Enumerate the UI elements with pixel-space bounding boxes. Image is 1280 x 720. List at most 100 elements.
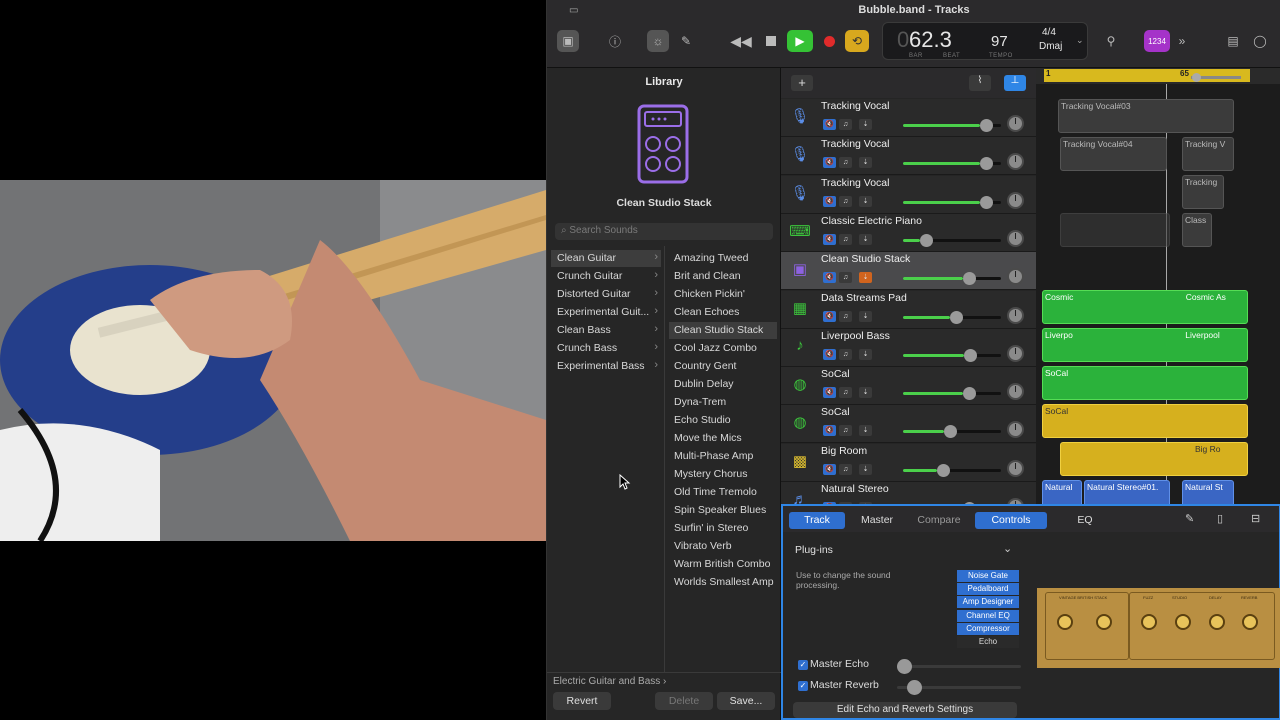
lcd-chevron-icon[interactable]: ⌄ [1076,35,1084,46]
sound-item[interactable]: Cool Jazz Combo [669,340,777,357]
region-vocal-2b[interactable]: Tracking V [1182,137,1234,171]
delete-button[interactable]: Delete [655,692,713,710]
lcd-display[interactable]: 0 62.3 BAR BEAT 97 TEMPO 4/4 Dmaj ⌄ [882,22,1088,60]
master-reverb-slider[interactable] [897,680,1021,695]
play-button[interactable]: ▶ [787,30,813,52]
ruler[interactable]: 1 65 [1036,68,1280,84]
record-enable-button[interactable]: ⇣ [859,310,872,322]
sound-item[interactable]: Surfin' in Stereo [669,520,777,537]
mute-button[interactable]: 🔇 [823,119,836,130]
info-icon[interactable]: ▯ [1217,512,1223,525]
tone-knob[interactable] [1096,614,1112,630]
volume-slider[interactable] [903,387,1001,401]
category-item[interactable]: Distorted Guitar › [551,286,661,303]
category-item[interactable]: Clean Guitar › [551,250,661,267]
category-item[interactable]: Experimental Guit... › [551,304,661,321]
region-drums-2[interactable]: SoCal [1042,404,1248,438]
volume-slider[interactable] [903,157,1001,171]
volume-slider[interactable] [903,463,1001,477]
plugin-slot[interactable]: Pedalboard [957,583,1019,596]
volume-slider[interactable] [903,233,1001,247]
sound-item[interactable]: Move the Mics [669,430,777,447]
delay-knob[interactable] [1209,614,1225,630]
volume-knob[interactable] [979,195,993,209]
pan-knob[interactable] [1007,459,1024,477]
sound-item[interactable]: Amazing Tweed [669,250,777,267]
automation-button[interactable]: ⌇ [969,75,991,91]
track-row[interactable]: ▦ Data Streams Pad 🔇 ♫ ⇣ [781,290,1036,329]
tab-compare[interactable]: Compare [911,512,967,529]
tab-track[interactable]: Track [789,512,845,529]
volume-knob[interactable] [964,348,978,362]
region-vocal-3[interactable]: Tracking [1182,175,1224,209]
mute-button[interactable]: 🔇 [823,310,836,322]
sound-item[interactable]: Vibrato Verb [669,538,777,555]
track-row[interactable]: ◍ SoCal 🔇 ♫ ⇣ [781,405,1036,444]
sound-item[interactable]: Echo Studio [669,412,777,429]
solo-button[interactable]: ♫ [839,387,852,399]
mute-button[interactable]: 🔇 [823,233,836,245]
tuner-button[interactable]: ⚲ [1100,30,1122,52]
count-in-button[interactable]: 1234 [1144,30,1170,52]
mute-button[interactable]: 🔇 [823,195,836,207]
track-row[interactable]: ▣ Clean Studio Stack 🔇 ♫ ⇣ [781,252,1036,291]
fuzz-knob[interactable] [1141,614,1157,630]
solo-button[interactable]: ♫ [839,463,852,475]
volume-knob[interactable] [949,310,963,324]
track-row[interactable]: ◍ SoCal 🔇 ♫ ⇣ [781,367,1036,406]
volume-slider[interactable] [903,425,1001,439]
track-row[interactable]: ⌨ Classic Electric Piano 🔇 ♫ ⇣ [781,213,1036,252]
solo-button[interactable]: ♫ [839,272,852,284]
sound-item[interactable]: Country Gent [669,358,777,375]
sound-item[interactable]: Dyna-Trem [669,394,777,411]
sound-item[interactable]: Spin Speaker Blues [669,502,777,519]
cycle-button[interactable]: ⟲ [845,30,869,52]
zoom-knob[interactable] [1192,73,1201,82]
solo-button[interactable]: ♫ [839,195,852,207]
sound-item[interactable]: Worlds Smallest Amp [669,574,777,591]
pan-knob[interactable] [1007,115,1024,132]
tab-eq[interactable]: EQ [1057,512,1113,529]
sound-item[interactable]: Dublin Delay [669,376,777,393]
record-enable-button[interactable]: ⇣ [859,425,872,437]
solo-button[interactable]: ♫ [839,348,852,360]
volume-knob[interactable] [962,272,976,286]
sound-item[interactable]: Brit and Clean [669,268,777,285]
solo-button[interactable]: ♫ [839,425,852,437]
snap-button[interactable]: ⊥ [1004,75,1026,91]
volume-knob[interactable] [943,425,957,439]
volume-slider[interactable] [903,195,1001,209]
sound-item[interactable]: Chicken Pickin' [669,286,777,303]
region-piano-group[interactable] [1060,213,1170,247]
plugin-slot[interactable]: Echo [957,636,1019,648]
record-enable-button[interactable]: ⇣ [859,387,872,399]
pan-knob[interactable] [1007,383,1024,401]
record-enable-button[interactable]: ⇣ [859,157,872,169]
mute-button[interactable]: 🔇 [823,387,836,399]
mute-button[interactable]: 🔇 [823,272,836,284]
volume-knob[interactable] [962,387,976,401]
record-enable-button[interactable]: ⇣ [859,348,872,360]
pencil-icon[interactable]: ✎ [1185,512,1194,525]
rewind-button[interactable]: ◀◀ [730,30,752,52]
help-button[interactable]: ⓘ [604,30,626,52]
search-field[interactable]: ⌕ Search Sounds [555,223,773,240]
editors-button[interactable]: ✎ [675,30,697,52]
volume-slider[interactable] [903,310,1001,324]
region-bass[interactable]: Liverpo Liverpool [1042,328,1248,362]
briefcase-icon[interactable]: ⊟ [1251,512,1260,525]
pan-knob[interactable] [1007,268,1024,286]
track-row[interactable]: ▩ Big Room 🔇 ♫ ⇣ [781,443,1036,482]
category-item[interactable]: Experimental Bass › [551,358,661,375]
master-echo-checkbox[interactable]: ✓ [798,660,808,670]
record-enable-button[interactable]: ⇣ [859,233,872,245]
volume-knob[interactable] [979,157,993,171]
sound-item[interactable]: Clean Studio Stack [669,322,777,339]
region-natural-2[interactable]: Natural Stereo#01. [1084,480,1170,504]
record-enable-button[interactable]: ⇣ [859,119,872,130]
track-row[interactable]: ♪ Liverpool Bass 🔇 ♫ ⇣ [781,328,1036,367]
mute-button[interactable]: 🔇 [823,157,836,169]
master-echo-slider[interactable] [897,659,1021,674]
pan-knob[interactable] [1007,344,1024,362]
record-enable-button[interactable]: ⇣ [859,272,872,284]
